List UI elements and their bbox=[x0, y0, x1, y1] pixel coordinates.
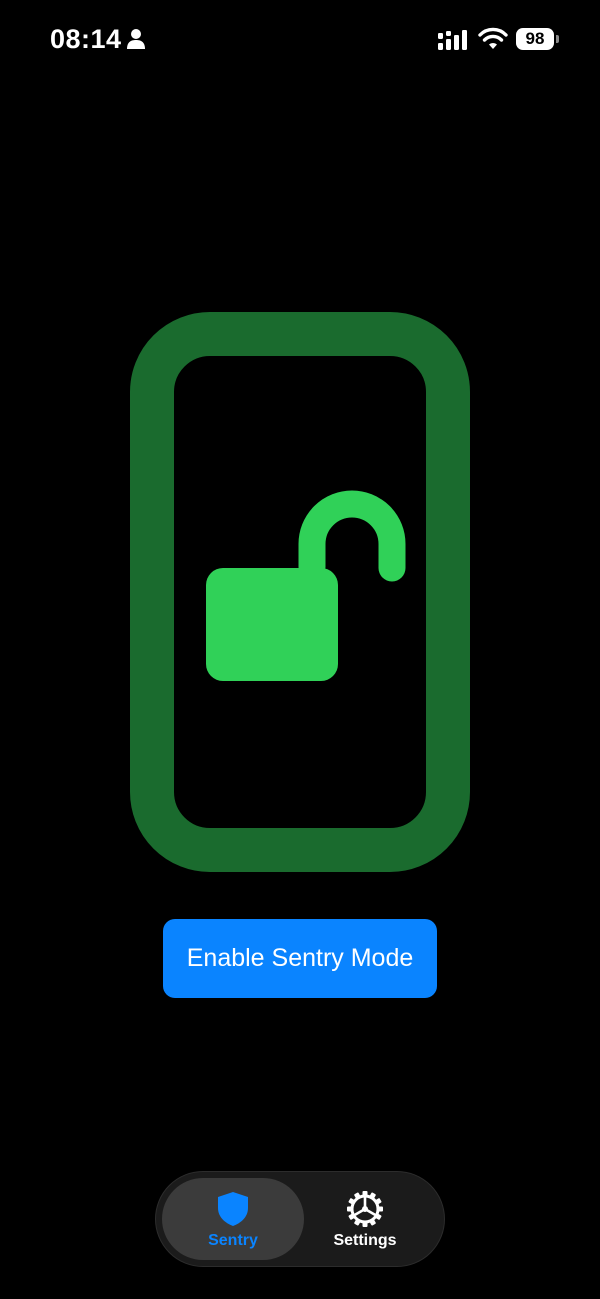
tab-bar: Sentry Settings bbox=[155, 1171, 445, 1267]
tab-sentry-label: Sentry bbox=[208, 1232, 258, 1249]
wifi-icon bbox=[478, 27, 508, 49]
padlock-shackle bbox=[298, 490, 406, 582]
phone-unlocked-illustration bbox=[130, 312, 470, 872]
battery-tip bbox=[556, 35, 559, 43]
cellular-signal-icon bbox=[438, 30, 467, 50]
tab-sentry[interactable]: Sentry bbox=[162, 1178, 304, 1260]
status-time: 08:14 bbox=[50, 24, 122, 54]
shield-icon bbox=[218, 1192, 248, 1226]
tab-settings-label: Settings bbox=[333, 1232, 397, 1249]
battery-level: 98 bbox=[516, 28, 554, 50]
unlocked-padlock-icon bbox=[206, 490, 406, 681]
status-bar: 08:14 98 bbox=[0, 0, 600, 80]
padlock-body bbox=[206, 568, 338, 681]
battery-icon: 98 bbox=[516, 28, 560, 52]
person-icon bbox=[127, 29, 145, 49]
tab-settings[interactable]: Settings bbox=[294, 1178, 436, 1260]
gear-icon bbox=[347, 1191, 383, 1227]
enable-sentry-mode-button[interactable]: Enable Sentry Mode bbox=[163, 919, 437, 998]
